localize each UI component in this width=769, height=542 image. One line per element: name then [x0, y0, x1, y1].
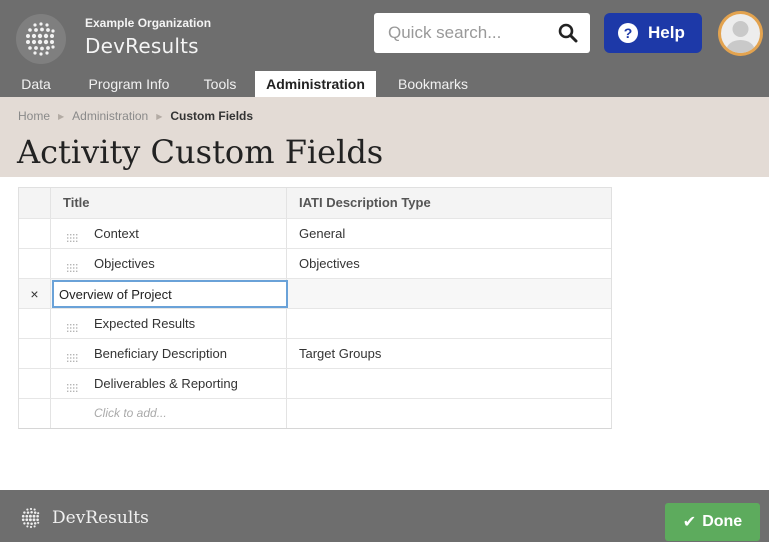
user-silhouette-icon — [721, 14, 760, 53]
nav-bookmarks[interactable]: Bookmarks — [388, 71, 478, 97]
breadcrumb-administration[interactable]: Administration — [72, 109, 148, 123]
remove-row-button[interactable]: × — [19, 279, 51, 308]
devresults-footer-logo-icon — [16, 503, 46, 538]
done-button[interactable]: ✔ Done — [665, 503, 760, 541]
breadcrumb-separator-icon: ▶ — [58, 111, 65, 121]
page-title: Activity Custom Fields — [17, 133, 384, 171]
table-row: Expected Results — [19, 308, 611, 338]
nav-program-info[interactable]: Program Info — [80, 71, 178, 97]
help-button[interactable]: ? Help — [604, 13, 702, 53]
question-circle-icon: ? — [618, 23, 638, 43]
app-name: DevResults — [85, 34, 199, 58]
main-nav: Data Program Info Tools Administration B… — [0, 71, 769, 97]
breadcrumb-home[interactable]: Home — [18, 109, 50, 123]
click-to-add[interactable]: Click to add... — [94, 399, 167, 428]
field-title[interactable]: Deliverables & Reporting — [94, 369, 238, 398]
field-title-input[interactable] — [52, 280, 288, 308]
column-header-title: Title — [51, 188, 287, 218]
field-title[interactable]: Objectives — [94, 249, 155, 278]
drag-handle-icon[interactable] — [67, 320, 79, 335]
breadcrumb-current: Custom Fields — [170, 109, 254, 123]
avatar[interactable] — [718, 11, 763, 56]
field-iati-type[interactable] — [287, 279, 611, 308]
drag-handle-icon[interactable] — [67, 230, 79, 245]
drag-handle-icon[interactable] — [67, 260, 79, 275]
table-row: Deliverables & Reporting — [19, 368, 611, 398]
field-iati-type[interactable] — [287, 309, 611, 338]
breadcrumb-separator-icon: ▶ — [156, 111, 163, 121]
footer-brand: DevResults — [52, 508, 149, 528]
search-input[interactable] — [388, 22, 553, 44]
devresults-logo-icon[interactable] — [16, 14, 66, 64]
table-row-editing: × — [19, 278, 611, 308]
field-iati-type[interactable]: General — [287, 219, 611, 248]
drag-handle-icon[interactable] — [67, 380, 79, 395]
search-icon[interactable] — [558, 23, 578, 48]
checkmark-icon: ✔ — [682, 514, 697, 531]
field-iati-type[interactable] — [287, 369, 611, 398]
top-header: Example Organization DevResults ? Help — [0, 0, 769, 71]
nav-data[interactable]: Data — [14, 71, 58, 97]
quick-search — [374, 13, 590, 53]
custom-fields-table: Title IATI Description Type Context Gene… — [18, 187, 612, 429]
nav-administration[interactable]: Administration — [255, 71, 376, 97]
field-iati-type[interactable]: Objectives — [287, 249, 611, 278]
table-header: Title IATI Description Type — [19, 188, 611, 218]
table-row: Context General — [19, 218, 611, 248]
organization-name: Example Organization — [85, 16, 212, 30]
add-row: Click to add... — [19, 398, 611, 428]
column-header-iati-type: IATI Description Type — [299, 195, 431, 210]
drag-handle-icon[interactable] — [67, 350, 79, 365]
field-title[interactable]: Expected Results — [94, 309, 195, 338]
footer: DevResults ✔ Done — [0, 490, 769, 542]
done-label: Done — [702, 513, 743, 530]
help-label: Help — [648, 23, 685, 42]
field-title[interactable]: Context — [94, 219, 139, 248]
breadcrumb: Home ▶ Administration ▶ Custom Fields — [18, 109, 253, 123]
nav-tools[interactable]: Tools — [196, 71, 244, 97]
title-band: Home ▶ Administration ▶ Custom Fields Ac… — [0, 97, 769, 177]
field-iati-type[interactable]: Target Groups — [287, 339, 611, 368]
table-row: Objectives Objectives — [19, 248, 611, 278]
table-row: Beneficiary Description Target Groups — [19, 338, 611, 368]
field-title[interactable]: Beneficiary Description — [94, 339, 227, 368]
